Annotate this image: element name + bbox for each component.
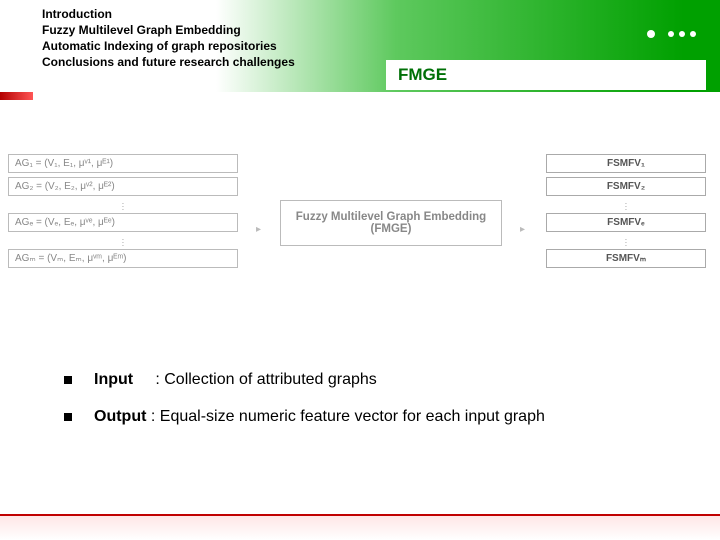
dot-icon bbox=[690, 31, 696, 37]
output-label: Output bbox=[94, 408, 146, 425]
input-label: Input bbox=[94, 371, 133, 388]
vertical-ellipsis-icon: ··· bbox=[8, 236, 238, 249]
arrow-right-icon: ▸ bbox=[256, 224, 261, 235]
bullet-square-icon bbox=[64, 376, 72, 384]
output-text: : Equal-size numeric feature vector for … bbox=[151, 408, 545, 425]
bullet-output: Output : Equal-size numeric feature vect… bbox=[64, 407, 545, 426]
output-vectors-column: FSMFV₁ FSMFV₂ ··· FSMFVₑ ··· FSMFVₘ bbox=[546, 154, 706, 272]
bullet-list: Input : Collection of attributed graphs … bbox=[64, 370, 545, 444]
footer-bar bbox=[0, 514, 720, 540]
graph-def-1: AG₁ = (V₁, E₁, μᵛ¹, μᴱ¹) bbox=[8, 154, 238, 173]
vertical-ellipsis-icon: ··· bbox=[8, 200, 238, 213]
dot-icon bbox=[668, 31, 674, 37]
feature-vector-1: FSMFV₁ bbox=[546, 154, 706, 173]
vertical-ellipsis-icon: ··· bbox=[546, 200, 706, 213]
feature-vector-2: FSMFV₂ bbox=[546, 177, 706, 196]
accent-strip bbox=[0, 92, 33, 100]
outline-item-intro: Introduction bbox=[42, 6, 295, 22]
header-bar: Introduction Fuzzy Multilevel Graph Embe… bbox=[0, 0, 720, 92]
outline-item-indexing: Automatic Indexing of graph repositories bbox=[42, 38, 295, 54]
arrow-right-icon: ▸ bbox=[520, 224, 525, 235]
bullet-input: Input : Collection of attributed graphs bbox=[64, 370, 545, 389]
process-subtitle: (FMGE) bbox=[289, 223, 493, 235]
feature-vector-e: FSMFVₑ bbox=[546, 213, 706, 232]
progress-dots bbox=[647, 30, 696, 38]
fmge-process-box: Fuzzy Multilevel Graph Embedding (FMGE) bbox=[280, 200, 502, 246]
outline-item-conclusions: Conclusions and future research challeng… bbox=[42, 54, 295, 70]
graph-def-m: AGₘ = (Vₘ, Eₘ, μᵛᵐ, μᴱᵐ) bbox=[8, 249, 238, 268]
graph-def-e: AGₑ = (Vₑ, Eₑ, μᵛᵉ, μᴱᵉ) bbox=[8, 213, 238, 232]
bullet-square-icon bbox=[64, 413, 72, 421]
input-text: : Collection of attributed graphs bbox=[155, 371, 376, 388]
graph-def-2: AG₂ = (V₂, E₂, μᵛ², μᴱ²) bbox=[8, 177, 238, 196]
section-title: FMGE bbox=[386, 60, 706, 90]
dot-icon bbox=[647, 30, 655, 38]
vertical-ellipsis-icon: ··· bbox=[546, 236, 706, 249]
dot-icon bbox=[679, 31, 685, 37]
outline-list: Introduction Fuzzy Multilevel Graph Embe… bbox=[42, 6, 295, 70]
outline-item-fmge: Fuzzy Multilevel Graph Embedding bbox=[42, 22, 295, 38]
feature-vector-m: FSMFVₘ bbox=[546, 249, 706, 268]
fmge-diagram: AG₁ = (V₁, E₁, μᵛ¹, μᴱ¹) AG₂ = (V₂, E₂, … bbox=[0, 130, 720, 330]
process-title: Fuzzy Multilevel Graph Embedding bbox=[289, 211, 493, 223]
input-graphs-column: AG₁ = (V₁, E₁, μᵛ¹, μᴱ¹) AG₂ = (V₂, E₂, … bbox=[8, 154, 238, 272]
